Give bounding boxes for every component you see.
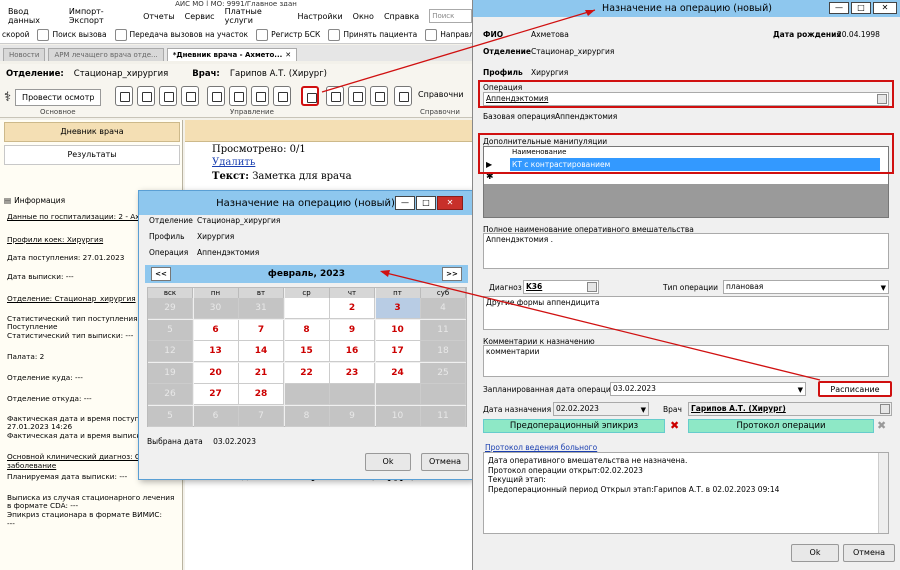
annotation-arrow xyxy=(381,271,821,381)
arrowhead xyxy=(380,270,390,277)
arrowhead xyxy=(585,10,595,16)
annotation-arrow xyxy=(321,9,596,93)
annotation-arrows xyxy=(321,9,821,381)
